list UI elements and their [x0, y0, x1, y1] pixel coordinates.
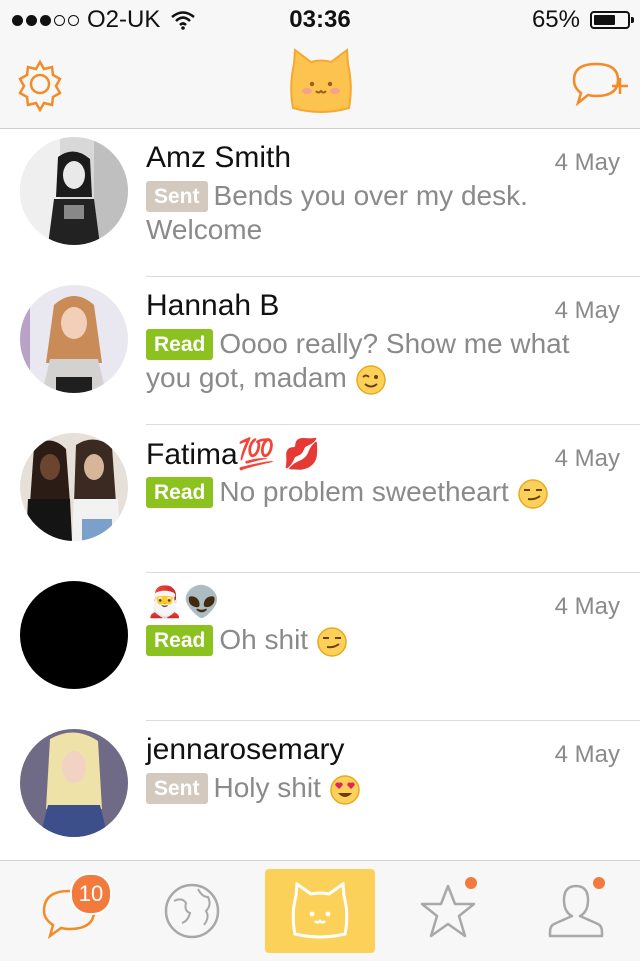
tab-profile[interactable]	[521, 869, 631, 953]
cat-face-icon	[291, 882, 349, 939]
status-badge: Read	[146, 477, 214, 508]
avatar[interactable]	[20, 729, 128, 837]
message-preview: Read No problem sweetheart	[146, 475, 616, 510]
battery-percent: 65%	[531, 6, 580, 33]
winking-face-icon	[355, 364, 386, 395]
app-logo[interactable]	[285, 46, 357, 118]
avatar[interactable]	[20, 581, 128, 689]
message-preview: Sent Holy shit	[146, 771, 616, 806]
message-preview: Read Oooo really? Show me what you got, m…	[146, 327, 616, 396]
contact-name: Amz Smith	[146, 141, 292, 174]
tab-bar: 10	[0, 860, 640, 961]
conversation-row[interactable]: Fatima💯 💋 4 May Read No problem sweethear…	[0, 425, 640, 573]
contact-name: Fatima💯 💋	[146, 438, 321, 471]
gear-icon	[18, 59, 62, 112]
status-badge: Read	[146, 625, 214, 656]
message-preview: Sent Bends you over my desk. Welcome	[146, 179, 616, 247]
tab-discover[interactable]	[137, 869, 247, 953]
message-text: Holy shit	[213, 772, 321, 803]
heart-eyes-face-icon	[329, 774, 360, 805]
status-bar: O2-UK 03:36 65%	[0, 0, 640, 40]
message-preview: Read Oh shit	[146, 623, 616, 658]
status-badge: Sent	[146, 181, 208, 212]
tab-favorites[interactable]	[393, 869, 503, 953]
avatar[interactable]	[20, 433, 128, 541]
conversation-row[interactable]: Amz Smith 4 May Sent Bends you over my de…	[0, 129, 640, 277]
contact-name: Hannah B	[146, 289, 280, 322]
battery-icon	[590, 11, 634, 29]
message-date: 4 May	[554, 593, 620, 620]
tab-chats[interactable]: 10	[14, 869, 124, 953]
new-chat-button[interactable]	[570, 54, 630, 114]
conversation-row[interactable]: jennarosemary 4 May Sent Holy shit	[0, 721, 640, 869]
avatar[interactable]	[20, 285, 128, 393]
smirking-face-icon	[517, 478, 548, 509]
status-badge: Sent	[146, 773, 208, 804]
message-date: 4 May	[554, 297, 620, 324]
conversation-list: Amz Smith 4 May Sent Bends you over my de…	[0, 129, 640, 869]
contact-name: jennarosemary	[146, 733, 345, 766]
status-badge: Read	[146, 329, 214, 360]
notification-dot	[465, 877, 477, 889]
notification-dot	[593, 877, 605, 889]
avatar[interactable]	[20, 137, 128, 245]
cat-logo-icon	[290, 48, 352, 113]
new-chat-bubble-plus-icon	[572, 62, 628, 107]
conversation-row[interactable]: 🎅👽 4 May Read Oh shit	[0, 573, 640, 721]
message-date: 4 May	[554, 149, 620, 176]
unread-count-badge: 10	[70, 873, 112, 915]
globe-icon	[164, 883, 220, 939]
star-icon	[420, 884, 476, 938]
battery-group: 65%	[531, 6, 634, 34]
message-date: 4 May	[554, 741, 620, 768]
app-header	[0, 40, 640, 129]
tab-home[interactable]	[265, 869, 375, 953]
contact-name: 🎅👽	[146, 586, 221, 619]
message-text: No problem sweetheart	[219, 476, 509, 507]
message-date: 4 May	[554, 445, 620, 472]
person-icon	[548, 884, 604, 938]
settings-button[interactable]	[10, 54, 70, 114]
message-text: Oh shit	[219, 624, 309, 655]
smirking-face-icon	[317, 626, 347, 657]
conversation-row[interactable]: Hannah B 4 May Read Oooo really? Show me …	[0, 277, 640, 425]
